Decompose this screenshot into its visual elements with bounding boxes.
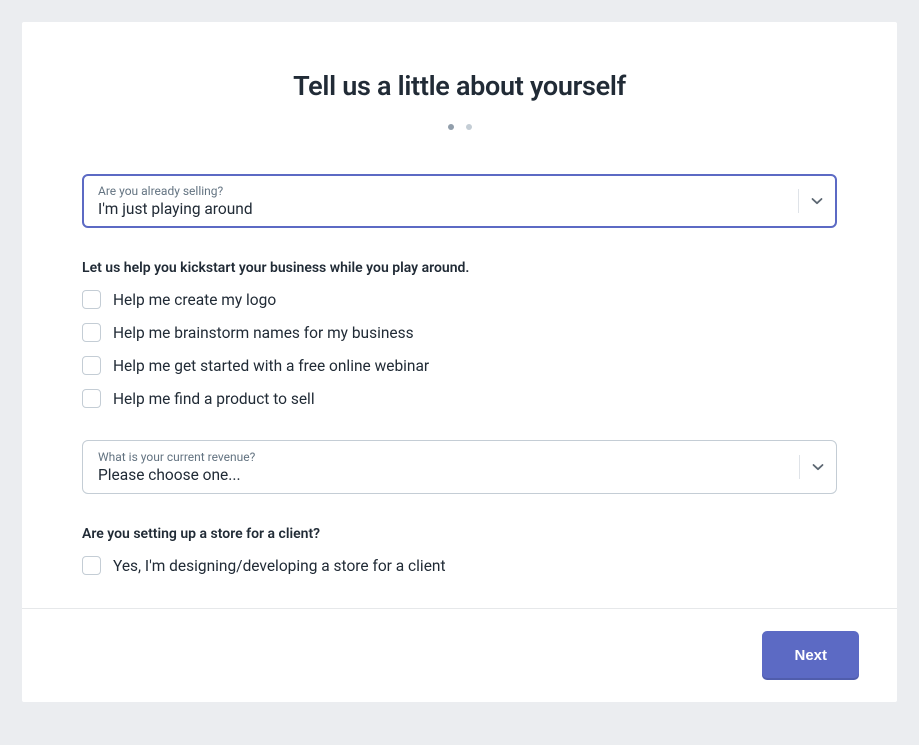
checkbox-designing-for-client[interactable]: Yes, I'm designing/developing a store fo…	[82, 556, 837, 575]
checkbox-label: Help me get started with a free online w…	[113, 357, 429, 375]
checkbox-box	[82, 556, 101, 575]
checkbox-label: Help me create my logo	[113, 291, 276, 309]
checkbox-label: Yes, I'm designing/developing a store fo…	[113, 557, 446, 575]
current-revenue-select[interactable]: What is your current revenue? Please cho…	[82, 440, 837, 494]
step-dot-1	[448, 124, 454, 130]
select-divider	[799, 455, 800, 479]
checkbox-box	[82, 323, 101, 342]
checkbox-find-product[interactable]: Help me find a product to sell	[82, 389, 837, 408]
select-caret-group	[799, 455, 824, 479]
already-selling-select[interactable]: Are you already selling? I'm just playin…	[82, 174, 837, 228]
checkbox-free-webinar[interactable]: Help me get started with a free online w…	[82, 356, 837, 375]
content-area: Tell us a little about yourself Are you …	[22, 22, 897, 608]
checkbox-label: Help me find a product to sell	[113, 390, 315, 408]
step-dot-2	[466, 124, 472, 130]
current-revenue-value: Please choose one...	[98, 466, 241, 484]
checkbox-brainstorm-names[interactable]: Help me brainstorm names for my business	[82, 323, 837, 342]
page-title: Tell us a little about yourself	[82, 70, 837, 102]
footer-bar: Next	[22, 608, 897, 702]
checkbox-create-logo[interactable]: Help me create my logo	[82, 290, 837, 309]
checkbox-box	[82, 356, 101, 375]
kickstart-heading: Let us help you kickstart your business …	[82, 260, 837, 276]
already-selling-label: Are you already selling?	[98, 184, 780, 198]
client-heading: Are you setting up a store for a client?	[82, 526, 837, 542]
chevron-down-icon	[811, 195, 823, 207]
next-button[interactable]: Next	[762, 631, 859, 680]
select-divider	[798, 189, 799, 213]
onboarding-card: Tell us a little about yourself Are you …	[22, 22, 897, 702]
kickstart-options: Help me create my logo Help me brainstor…	[82, 290, 837, 408]
step-indicator	[82, 124, 837, 130]
select-caret-group	[798, 189, 823, 213]
checkbox-label: Help me brainstorm names for my business	[113, 324, 414, 342]
already-selling-value: I'm just playing around	[98, 200, 253, 218]
checkbox-box	[82, 389, 101, 408]
checkbox-box	[82, 290, 101, 309]
current-revenue-label: What is your current revenue?	[98, 450, 780, 464]
chevron-down-icon	[812, 461, 824, 473]
